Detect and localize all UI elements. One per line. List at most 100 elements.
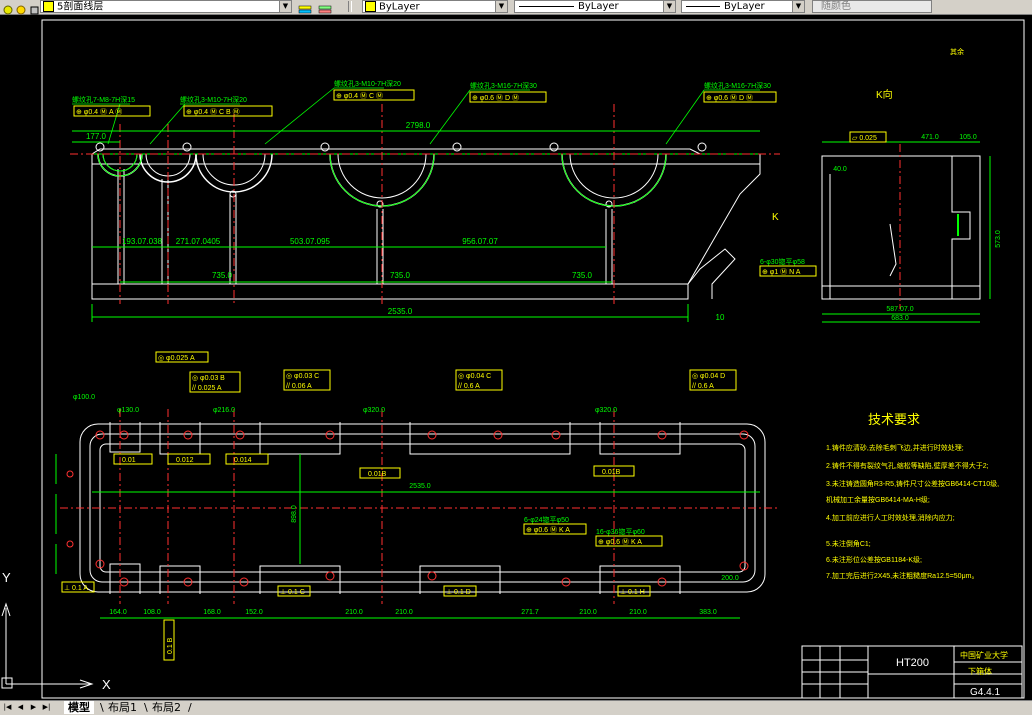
dim-phi320-b: φ320.0 xyxy=(595,407,617,414)
front-dimensions xyxy=(72,130,760,322)
layer-dropdown[interactable]: 5剖面线层 ▼ xyxy=(40,0,292,13)
chevron-down-icon[interactable]: ▼ xyxy=(792,1,804,12)
title-school: 中国矿业大学 xyxy=(960,650,1008,660)
dim-210-c: 210.0 xyxy=(579,609,597,616)
linetype-preview xyxy=(519,5,574,7)
properties-toolbar: 5剖面线层 ▼ ByLayer ▼ ByLayer ▼ ByLayer ▼ 随颜… xyxy=(0,0,1032,15)
dim-587: 587.07.0 xyxy=(886,306,913,313)
color-dropdown[interactable]: ByLayer ▼ xyxy=(362,0,508,13)
fcf-b2: ⊥ 0.1 C xyxy=(280,589,305,596)
fcf-p4b: // 0.6 A xyxy=(458,383,480,390)
tech-note-6: 5.未注倒角C1; xyxy=(826,539,871,548)
dim-phi130: φ130.0 xyxy=(117,407,139,414)
fcf-b3: ⊥ 0.1 D xyxy=(446,589,471,596)
make-layer-current-icon[interactable] xyxy=(298,1,312,14)
fcf-r5: 0.01B xyxy=(602,469,621,476)
fcf-4: ⊕ φ0.6 Ⓜ D Ⓜ xyxy=(472,94,519,102)
dim-40: 40.0 xyxy=(833,166,847,173)
ucs-y-label: Y xyxy=(2,570,11,585)
next-tab-icon[interactable]: ▶ xyxy=(28,702,39,713)
title-part-name: 下箱体 xyxy=(968,666,992,676)
tech-note-8: 7.加工完后进行2X45,未注粗糙度Ra12.5=50μm。 xyxy=(826,571,978,580)
hole-note-1-fcf: ⊕ φ0.6 Ⓜ K A xyxy=(526,526,570,534)
tech-note-7: 6.未注形位公差按GB1184-K级; xyxy=(826,555,922,564)
fcf-b4: ⊥ 0.1 H xyxy=(620,589,645,596)
freeze-layer-icon[interactable] xyxy=(2,1,14,15)
dim-152: 152.0 xyxy=(245,609,263,616)
dim-503: 503.07.095 xyxy=(290,237,331,246)
layer-name: 5剖面线层 xyxy=(57,1,104,13)
fcf-3: ⊕ φ0.4 Ⓜ C Ⓜ xyxy=(336,92,383,100)
fcf-b5: 0.1 B xyxy=(167,637,174,654)
hole-note-2-fcf: ⊕ φ0.6 Ⓜ K A xyxy=(598,538,642,546)
tech-note-5: 4.加工前应进行人工时效处理,消除内应力; xyxy=(826,513,955,522)
dim-phi216: φ216.0 xyxy=(213,407,235,414)
fcf-p2a: ◎ φ0.03 B xyxy=(192,375,225,382)
color-value: ByLayer xyxy=(379,1,420,13)
drawing-canvas[interactable]: 177.0 2798.0 193.07.038 271.07.0405 503.… xyxy=(0,14,1032,700)
toolbar-separator xyxy=(348,1,352,12)
fcf-1: ⊕ φ0.4 Ⓜ A Ⓜ xyxy=(76,108,122,116)
fcf-p3b: // 0.06 A xyxy=(286,383,312,390)
dim-898: 898.0 xyxy=(291,505,298,523)
tab-separator: / xyxy=(188,701,192,714)
tech-note-3: 3.未注铸造圆角R3-R5,铸件尺寸公差按GB6414-CT10级, xyxy=(826,479,999,488)
tech-title: 技术要求 xyxy=(868,412,920,427)
tab-layout2[interactable]: 布局2 xyxy=(148,701,185,714)
dim-193: 193.07.038 xyxy=(122,237,163,246)
fcf-r3: 0.014 xyxy=(234,457,252,464)
dim-2798: 2798.0 xyxy=(406,121,431,130)
layer-previous-icon[interactable] xyxy=(318,1,332,14)
dim-105: 105.0 xyxy=(959,134,977,141)
color-swatch xyxy=(365,1,376,12)
tab-layout1[interactable]: 布局1 xyxy=(104,701,141,714)
previous-tab-icon[interactable]: ◀ xyxy=(15,702,26,713)
title-block: HT200 中国矿业大学 下箱体 G4.4.1 xyxy=(801,645,1023,699)
fcf-p5b: // 0.6 A xyxy=(692,383,714,390)
callout-thread-1: 螺纹孔7-M8-7H深15 xyxy=(72,95,135,104)
callout-thread-2: 螺纹孔3-M10-7H深20 xyxy=(180,95,247,104)
dim-383: 383.0 xyxy=(699,609,717,616)
fcf-p1: ◎ φ0.025 A xyxy=(158,355,195,362)
fcf-r2: 0.012 xyxy=(176,457,194,464)
tech-note-4: 机械加工余量按GB6414-MA-H级; xyxy=(826,495,930,504)
layout-tab-bar: |◀ ◀ ▶ ▶| 模型 \ 布局1 \ 布局2 / xyxy=(0,700,1032,715)
last-tab-icon[interactable]: ▶| xyxy=(41,702,52,713)
fcf-r4: 0.01B xyxy=(368,471,387,478)
callout-thread-5: 螺纹孔3-M16-7H深30 xyxy=(704,81,771,90)
linetype-dropdown[interactable]: ByLayer ▼ xyxy=(514,0,676,13)
top-view xyxy=(79,422,766,594)
chevron-down-icon[interactable]: ▼ xyxy=(279,1,291,12)
lock-layer-icon[interactable] xyxy=(15,1,27,15)
dim-10: 10 xyxy=(716,313,725,322)
hole-note-2: 16-φ36锪平φ60 xyxy=(596,527,645,536)
tech-note-2: 2.铸件不得有裂纹气孔,缩松等缺陷,壁厚差不得大于2; xyxy=(826,461,989,470)
tech-note-1: 1.铸件应清砂,去除毛刺飞边,并进行时效处理; xyxy=(826,443,964,452)
chevron-down-icon[interactable]: ▼ xyxy=(663,1,675,12)
dim-164: 164.0 xyxy=(109,609,127,616)
k-view: K向 K 其余 ▱ 0.025 471.0 105.0 40.0 587.07.… xyxy=(759,47,1002,323)
lineweight-dropdown[interactable]: ByLayer ▼ xyxy=(681,0,805,13)
fcf-flatness: ▱ 0.025 xyxy=(852,135,877,142)
layer-color-swatch xyxy=(43,1,54,12)
first-tab-icon[interactable]: |◀ xyxy=(2,702,13,713)
dim-210-b: 210.0 xyxy=(395,609,413,616)
drawing-svg: 177.0 2798.0 193.07.038 271.07.0405 503.… xyxy=(1,19,1025,699)
section-label-k: K xyxy=(772,212,779,223)
dim-956: 956.07.07 xyxy=(462,237,498,246)
dim-210-d: 210.0 xyxy=(629,609,647,616)
dim-735-b: 735.0 xyxy=(390,271,411,280)
fcf-p4a: ◎ φ0.04 C xyxy=(458,373,491,380)
layer-light-icon[interactable] xyxy=(28,1,40,15)
title-material: HT200 xyxy=(896,657,929,669)
dim-573: 573.0 xyxy=(995,230,1002,248)
hole-note-3: 6-φ30锪平φ58 xyxy=(760,257,805,266)
fcf-5: ⊕ φ0.6 Ⓜ D Ⓜ xyxy=(706,94,753,102)
roughness-note: 其余 xyxy=(950,47,964,56)
linetype-value: ByLayer xyxy=(578,1,619,12)
dim-271-7: 271.7 xyxy=(521,609,539,616)
callout-thread-3: 螺纹孔3-M10-7H深20 xyxy=(334,79,401,88)
chevron-down-icon[interactable]: ▼ xyxy=(495,1,507,12)
tab-model[interactable]: 模型 xyxy=(64,701,94,714)
plotstyle-value: 随颜色 xyxy=(821,1,851,12)
